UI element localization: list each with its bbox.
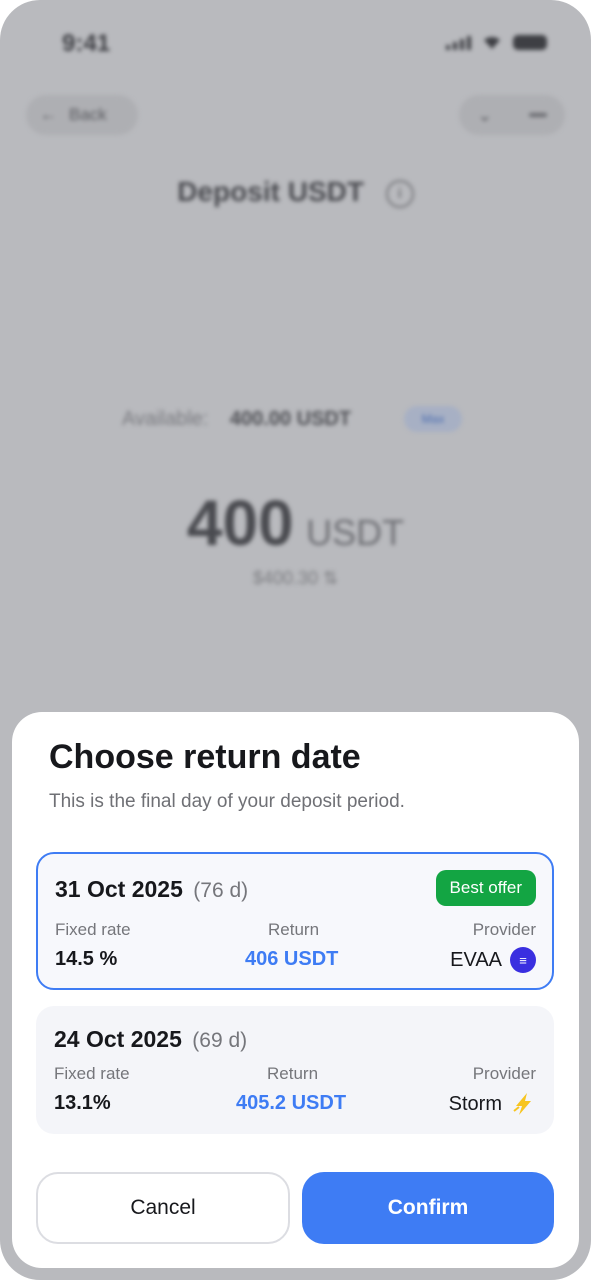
- return-label: Return: [267, 1064, 319, 1083]
- return-date-sheet: Choose return date This is the final day…: [12, 712, 579, 1268]
- page-title-text: Deposit USDT: [177, 176, 364, 207]
- offer-date-text: 31 Oct 2025: [55, 876, 183, 902]
- wifi-icon: [484, 36, 500, 49]
- phone-screen: 9:41 ← Back ⌄ Deposit USDT i Available: …: [0, 0, 591, 1280]
- lightning-icon: [513, 1093, 531, 1115]
- back-label: Back: [69, 105, 107, 124]
- available-label: Available:: [122, 408, 209, 430]
- sheet-subtitle: This is the final day of your deposit pe…: [49, 791, 405, 812]
- rate-label: Fixed rate: [55, 920, 131, 939]
- offer-duration: (76 d): [193, 879, 249, 902]
- chevron-down-icon: ⌄: [477, 104, 493, 125]
- offer-card[interactable]: 24 Oct 2025 (69 d) Fixed rate 13.1% Retu…: [36, 1006, 554, 1134]
- header-menu-pill: ⌄: [459, 95, 565, 135]
- provider-name: EVAA: [450, 948, 502, 971]
- amount-currency: USDT: [306, 512, 405, 553]
- rate-label: Fixed rate: [54, 1064, 130, 1083]
- available-balance: Available: 400.00 USDT: [122, 408, 351, 431]
- amount-value: 400: [186, 487, 294, 559]
- available-value: 400.00 USDT: [229, 408, 352, 430]
- provider-name: Storm: [448, 1092, 502, 1115]
- deposit-amount: 400 USDT: [0, 486, 591, 560]
- return-label: Return: [268, 920, 320, 939]
- back-button: ← Back: [26, 95, 138, 135]
- page-title: Deposit USDT i: [0, 176, 591, 208]
- provider-label: Provider: [472, 920, 536, 939]
- more-icon: [528, 113, 547, 117]
- info-icon: i: [385, 179, 414, 208]
- provider-label: Provider: [472, 1064, 536, 1083]
- rate-value: 14.5 %: [55, 948, 118, 970]
- offer-date: 31 Oct 2025 (76 d): [55, 876, 248, 903]
- return-value: 406 USDT: [245, 948, 339, 970]
- offer-card-selected[interactable]: 31 Oct 2025 (76 d) Best offer Fixed rate…: [36, 852, 554, 990]
- cancel-button[interactable]: Cancel: [36, 1172, 290, 1244]
- sheet-title: Choose return date: [49, 738, 361, 776]
- battery-icon: [513, 34, 547, 50]
- return-value: 405.2 USDT: [236, 1092, 347, 1114]
- offer-date-text: 24 Oct 2025: [54, 1026, 182, 1052]
- best-offer-badge: Best offer: [435, 870, 536, 906]
- evaa-icon: ≡: [510, 947, 536, 973]
- status-icons: [446, 34, 547, 50]
- provider: Storm: [449, 1091, 536, 1117]
- offer-date: 24 Oct 2025 (69 d): [54, 1026, 247, 1053]
- usd-equivalent: $400.30 ⇅: [252, 568, 339, 588]
- arrow-left-icon: ←: [40, 105, 57, 124]
- provider: EVAA ≡: [450, 947, 536, 973]
- status-time: 9:41: [62, 30, 111, 57]
- rate-value: 13.1%: [54, 1092, 111, 1114]
- cellular-signal-icon: [446, 34, 471, 50]
- max-button: Max: [404, 406, 462, 432]
- confirm-button[interactable]: Confirm: [302, 1172, 554, 1244]
- offer-duration: (69 d): [192, 1029, 248, 1052]
